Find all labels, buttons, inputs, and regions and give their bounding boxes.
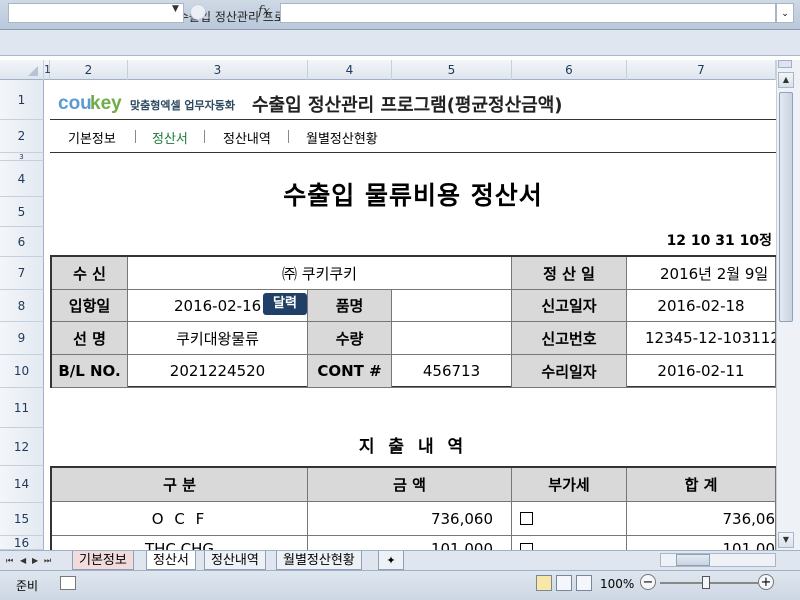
arrival-date-label: 입항일 xyxy=(52,290,128,322)
last-sheet-icon[interactable]: ⏭ xyxy=(44,556,51,566)
row-header[interactable]: 8 xyxy=(0,290,44,322)
expense-header-vat: 부가세 xyxy=(512,468,627,502)
split-box-icon[interactable] xyxy=(778,60,792,68)
nav-link-settlement-history[interactable]: 정산내역 xyxy=(223,128,271,147)
logo-key: key xyxy=(90,93,122,114)
status-ready: 준비 xyxy=(16,579,39,593)
column-header-6[interactable]: 6 xyxy=(512,60,627,80)
expense-section-title: 지 출 내 역 xyxy=(358,437,468,457)
row-header[interactable]: 15 xyxy=(0,503,44,536)
report-number-value[interactable]: 12345-12-103112 xyxy=(627,322,776,355)
bl-number-value[interactable]: 2021224520 xyxy=(128,355,308,388)
zoom-level[interactable]: 100% xyxy=(600,577,634,591)
row-header[interactable]: 5 xyxy=(0,197,44,227)
insert-function-icon[interactable]: fx xyxy=(258,4,270,19)
expense-header-amount: 금 액 xyxy=(308,468,512,502)
column-header-3[interactable]: 3 xyxy=(128,60,308,80)
insert-sheet-icon[interactable]: ✦ xyxy=(378,551,404,570)
calendar-button[interactable]: 달력 xyxy=(263,293,307,315)
nav-separator xyxy=(204,130,205,143)
row-header[interactable]: 7 xyxy=(0,257,44,290)
logo-cou: cou xyxy=(58,93,92,114)
quantity-value[interactable] xyxy=(392,322,512,355)
item-name-value[interactable] xyxy=(392,290,512,322)
scroll-down-icon[interactable]: ▼ xyxy=(778,532,794,548)
column-header-2[interactable]: 2 xyxy=(50,60,128,80)
report-date-value[interactable]: 2016-02-18 xyxy=(627,290,776,322)
column-headers: 1 2 3 4 5 6 7 xyxy=(0,60,776,80)
name-box-dropdown-icon[interactable]: ▼ xyxy=(172,4,179,14)
name-box[interactable] xyxy=(8,3,184,23)
document-title: 수출입 물류비용 정산서 xyxy=(283,181,543,210)
row-header[interactable]: 2 xyxy=(0,120,44,153)
row-header[interactable]: 3 xyxy=(0,153,44,161)
ship-name-value[interactable]: 쿠키대왕물류 xyxy=(128,322,308,355)
row-header[interactable]: 9 xyxy=(0,322,44,355)
expense-header-category: 구 분 xyxy=(52,468,308,502)
row-header[interactable]: 10 xyxy=(0,355,44,388)
container-number-value[interactable]: 456713 xyxy=(392,355,512,388)
program-title: 수출입 정산관리 프로그램(평균정산금액) xyxy=(252,95,563,116)
recipient-value[interactable]: ㈜ 쿠키쿠키 xyxy=(128,257,512,290)
bl-number-label: B/L NO. xyxy=(52,355,128,388)
vertical-scroll-thumb[interactable] xyxy=(779,92,793,322)
sheet-tab-settlement-history[interactable]: 정산내역 xyxy=(204,551,266,570)
macro-record-icon[interactable] xyxy=(60,576,76,590)
nav-link-basic-info[interactable]: 기본정보 xyxy=(68,128,116,147)
document-number: 12 10 31 10정 xyxy=(666,233,772,249)
sheet-tab-settlement[interactable]: 정산서 xyxy=(146,551,196,570)
page-break-view-icon[interactable] xyxy=(576,575,592,591)
container-number-label: CONT # xyxy=(308,355,392,388)
item-name-label: 품명 xyxy=(308,290,392,322)
formula-cancel-icon[interactable] xyxy=(190,4,206,20)
expense-category[interactable]: O C F xyxy=(52,502,308,536)
next-sheet-icon[interactable]: ▶ xyxy=(32,556,38,565)
row-header[interactable]: 1 xyxy=(0,80,44,120)
acceptance-date-value[interactable]: 2016-02-11 xyxy=(627,355,776,388)
row-header[interactable]: 6 xyxy=(0,227,44,257)
horizontal-scroll-thumb[interactable] xyxy=(676,554,710,566)
nav-link-monthly-status[interactable]: 월별정산현황 xyxy=(306,128,378,147)
settle-date-label: 정 산 일 xyxy=(512,257,627,290)
expense-amount[interactable]: 736,060 xyxy=(308,502,512,536)
status-bar xyxy=(0,570,800,600)
sheet-tab-basic-info[interactable]: 기본정보 xyxy=(72,551,134,570)
row-header[interactable]: 16 xyxy=(0,536,44,550)
scroll-up-icon[interactable]: ▲ xyxy=(778,72,794,88)
recipient-label: 수 신 xyxy=(52,257,128,290)
row-header[interactable]: 11 xyxy=(0,388,44,428)
first-sheet-icon[interactable]: ⏮ xyxy=(6,556,13,566)
zoom-in-icon[interactable]: + xyxy=(758,574,774,590)
row-header[interactable]: 14 xyxy=(0,466,44,503)
report-number-label: 신고번호 xyxy=(512,322,627,355)
column-header-7[interactable]: 7 xyxy=(627,60,776,80)
row-header[interactable]: 4 xyxy=(0,161,44,197)
zoom-out-icon[interactable]: − xyxy=(640,574,656,590)
formula-bar xyxy=(0,30,800,56)
row-header[interactable]: 12 xyxy=(0,428,44,466)
sheet-tab-monthly-status[interactable]: 월별정산현황 xyxy=(276,551,362,570)
column-header-5[interactable]: 5 xyxy=(392,60,512,80)
ship-name-label: 선 명 xyxy=(52,322,128,355)
quantity-label: 수량 xyxy=(308,322,392,355)
formula-input[interactable] xyxy=(280,3,776,23)
page-layout-view-icon[interactable] xyxy=(556,575,572,591)
expense-total[interactable]: 736,06 xyxy=(627,502,776,536)
expense-header-total: 합 계 xyxy=(627,468,776,502)
vat-checkbox[interactable] xyxy=(520,512,533,525)
vat-cell xyxy=(512,502,627,536)
report-date-label: 신고일자 xyxy=(512,290,627,322)
settle-date-value[interactable]: 2016년 2월 9일 xyxy=(627,257,776,290)
logo-subtitle: 맞춤형엑셀 업무자동화 xyxy=(130,99,236,112)
formula-expand-icon[interactable]: ⌄ xyxy=(776,3,794,23)
zoom-slider-thumb[interactable] xyxy=(702,576,710,589)
nav-separator xyxy=(135,130,136,143)
acceptance-date-label: 수리일자 xyxy=(512,355,627,388)
nav-link-settlement[interactable]: 정산서 xyxy=(152,128,188,147)
column-header-4[interactable]: 4 xyxy=(308,60,392,80)
select-all-triangle-icon xyxy=(28,66,38,76)
nav-separator xyxy=(288,130,289,143)
normal-view-icon[interactable] xyxy=(536,575,552,591)
prev-sheet-icon[interactable]: ◀ xyxy=(20,556,26,565)
